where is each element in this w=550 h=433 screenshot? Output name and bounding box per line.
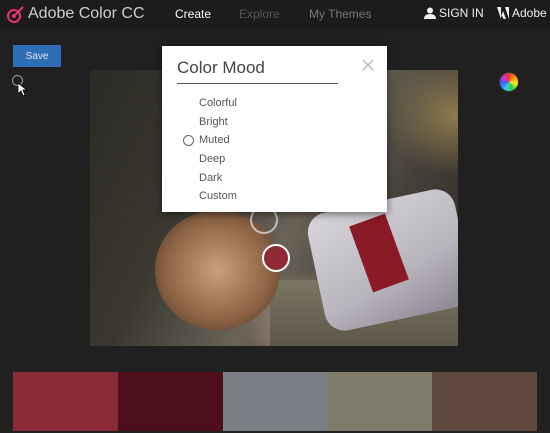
radio-circle-icon[interactable] — [183, 135, 194, 147]
mouse-cursor-icon — [18, 83, 28, 97]
option-label: Bright — [199, 115, 228, 128]
nav-create[interactable]: Create — [175, 7, 211, 21]
adobe-color-logo-icon[interactable] — [6, 5, 26, 25]
color-swatch[interactable] — [222, 372, 328, 431]
app-title: Adobe Color CC — [28, 5, 145, 22]
mood-option-muted[interactable]: Muted — [162, 131, 387, 150]
color-wheel-icon[interactable] — [499, 72, 519, 92]
sign-in-link[interactable]: SIGN IN — [424, 6, 484, 20]
adobe-icon — [497, 7, 509, 19]
option-label: Muted — [199, 134, 230, 147]
user-icon — [424, 7, 436, 19]
mood-option-bright[interactable]: Bright — [162, 113, 387, 132]
color-swatch[interactable] — [117, 372, 223, 431]
color-swatch[interactable] — [327, 372, 433, 431]
close-icon[interactable] — [361, 58, 375, 72]
option-label: Deep — [199, 153, 226, 166]
nav-my-themes[interactable]: My Themes — [309, 7, 371, 21]
option-label: Custom — [199, 190, 237, 203]
dialog-title: Color Mood — [177, 58, 265, 77]
color-picker-handle-active[interactable] — [262, 244, 290, 272]
adobe-label: Adobe — [512, 6, 547, 20]
mood-option-deep[interactable]: Deep — [162, 150, 387, 169]
nav-explore[interactable]: Explore — [239, 7, 280, 21]
mood-option-colorful[interactable]: Colorful — [162, 94, 387, 113]
color-palette — [13, 372, 537, 431]
mood-options: Colorful Bright Muted Deep Dark Custom — [162, 94, 387, 206]
mood-option-dark[interactable]: Dark — [162, 169, 387, 188]
color-swatch[interactable] — [13, 372, 118, 431]
sign-in-label: SIGN IN — [439, 6, 484, 20]
mood-option-custom[interactable]: Custom — [162, 187, 387, 206]
option-label: Colorful — [199, 97, 237, 109]
option-label: Dark — [199, 171, 223, 184]
top-bar: Adobe Color CC Create Explore My Themes … — [0, 0, 550, 30]
color-mood-dialog: Color Mood Colorful Bright Muted Deep Da… — [162, 46, 387, 212]
color-swatch[interactable] — [432, 372, 537, 431]
save-button[interactable]: Save — [13, 45, 61, 67]
adobe-link[interactable]: Adobe — [497, 6, 547, 20]
title-divider — [177, 83, 338, 84]
